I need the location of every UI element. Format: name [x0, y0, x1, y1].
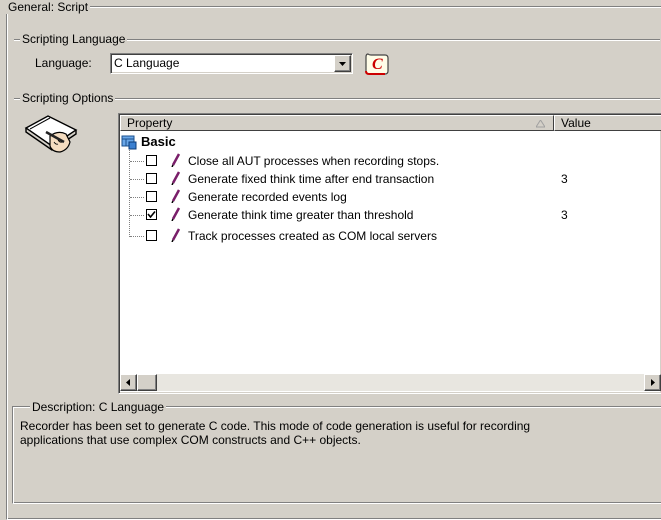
horizontal-scrollbar[interactable]	[120, 374, 661, 391]
tree-line-h	[130, 215, 144, 216]
column-header-value[interactable]: Value	[554, 115, 661, 131]
row-value[interactable]: 3	[561, 171, 568, 187]
description-line-2: applications that use complex COM constr…	[20, 433, 361, 447]
pencil-icon	[171, 153, 181, 167]
language-dropdown-button[interactable]	[334, 55, 351, 72]
hand-notebook-graphic	[24, 115, 78, 153]
row-label[interactable]: Close all AUT processes when recording s…	[188, 153, 439, 169]
scripting-language-label: Scripting Language	[20, 32, 128, 46]
language-select[interactable]: C Language	[110, 53, 353, 74]
language-select-value: C Language	[114, 56, 180, 70]
row-label[interactable]: Track processes created as COM local ser…	[188, 228, 437, 244]
row-checkbox[interactable]	[146, 173, 157, 184]
pencil-icon	[171, 189, 181, 203]
description-label: Description: C Language	[30, 400, 167, 414]
row-value[interactable]: 3	[561, 207, 568, 223]
column-header-property[interactable]: Property	[120, 115, 554, 131]
column-header-value-label: Value	[561, 116, 591, 130]
sort-asc-icon	[536, 120, 545, 128]
pencil-icon	[171, 207, 181, 221]
row-label[interactable]: Generate fixed think time after end tran…	[188, 171, 434, 187]
pencil-icon	[171, 228, 181, 242]
scroll-right-button[interactable]	[644, 374, 661, 391]
tree-line-h	[130, 197, 144, 198]
general-script-label: General: Script	[6, 0, 91, 14]
row-checkbox[interactable]	[146, 191, 157, 202]
arrow-right-icon	[651, 379, 655, 386]
svg-text:C: C	[372, 56, 383, 73]
column-header-property-label: Property	[127, 116, 173, 130]
hand-notebook-icon	[20, 112, 84, 158]
pencil-icon	[171, 171, 181, 185]
property-grid-icon	[121, 134, 137, 150]
checkmark-icon	[147, 210, 156, 219]
scroll-thumb[interactable]	[137, 374, 157, 391]
row-checkbox[interactable]	[146, 155, 157, 166]
chevron-down-icon	[339, 62, 346, 66]
row-checkbox-checked[interactable]	[146, 209, 157, 220]
language-field-label: Language:	[35, 56, 92, 70]
arrow-left-icon	[126, 379, 130, 386]
row-label[interactable]: Generate recorded events log	[188, 189, 347, 205]
scroll-left-button[interactable]	[120, 374, 137, 391]
row-label[interactable]: Generate think time greater than thresho…	[188, 207, 413, 223]
row-checkbox[interactable]	[146, 230, 157, 241]
tree-line-vertical	[129, 150, 130, 237]
script-c-icon-graphic: C	[365, 53, 389, 75]
property-grid-graphic	[121, 135, 137, 150]
description-line-1: Recorder has been set to generate C code…	[20, 419, 531, 433]
tree-line-h	[130, 179, 144, 180]
script-c-icon[interactable]: C	[363, 50, 391, 76]
tree-line-h	[130, 236, 144, 237]
scripting-options-label: Scripting Options	[20, 91, 116, 105]
tree-line-h	[130, 161, 144, 162]
category-basic[interactable]: Basic	[141, 134, 176, 150]
